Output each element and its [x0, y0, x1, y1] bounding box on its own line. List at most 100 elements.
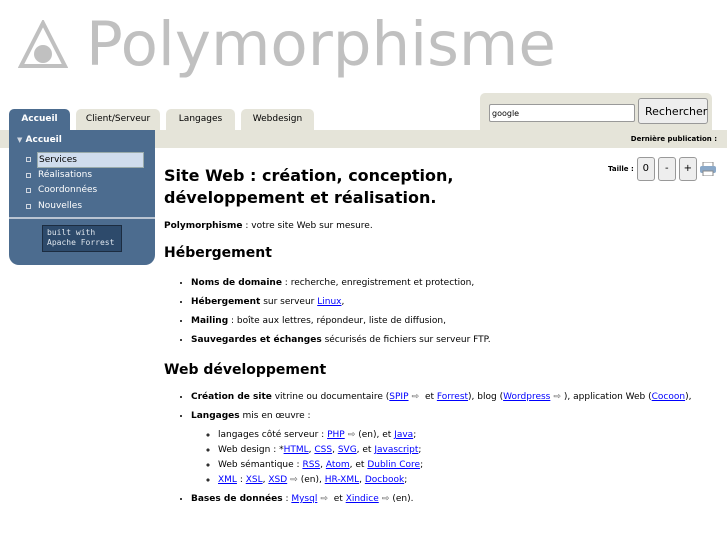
logo-triangle-icon: [18, 19, 68, 68]
link-mysql[interactable]: Mysql: [291, 494, 317, 504]
item-bold: Noms de domaine: [191, 278, 282, 288]
site-logo[interactable]: Polymorphisme: [18, 14, 556, 75]
text: ), application Web (: [563, 392, 652, 402]
text: ), blog (: [468, 392, 504, 402]
link-php[interactable]: PHP: [327, 430, 345, 440]
link-wordpress[interactable]: Wordpress: [503, 392, 550, 402]
link-dublin-core[interactable]: Dublin Core: [367, 460, 420, 470]
tab-webdesign[interactable]: Webdesign: [241, 109, 314, 130]
link-docbook[interactable]: Docbook: [365, 475, 404, 485]
external-link-icon: ⇨: [320, 494, 328, 504]
link-cocoon[interactable]: Cocoon: [652, 392, 685, 402]
external-link-icon: ⇨: [347, 430, 356, 440]
sidebar-item-realisations[interactable]: Réalisations: [37, 168, 92, 182]
sublist-item: langages côté serveur : PHP⇨(en), et Jav…: [218, 428, 709, 443]
heading-web-developpement: Web développement: [164, 362, 327, 378]
link-css[interactable]: CSS: [314, 445, 332, 455]
link-xml[interactable]: XML: [218, 475, 237, 485]
sublist-item: XML : XSL, XSD⇨(en), HR-XML, Docbook;: [218, 473, 709, 488]
apache-forrest-badge[interactable]: built with Apache Forrest: [42, 225, 122, 252]
hosting-list: Noms de domaine : recherche, enregistrem…: [164, 274, 709, 350]
link-hr-xml[interactable]: HR-XML: [325, 475, 359, 485]
dev-list: Création de site vitrine ou documentaire…: [164, 390, 709, 507]
search-button[interactable]: Rechercher: [638, 98, 708, 124]
text: (en), et: [358, 430, 395, 440]
sidebar-item-nouvelles[interactable]: Nouvelles: [37, 199, 82, 213]
sidebar-item-services[interactable]: Services: [37, 152, 144, 168]
item-bold: Création de site: [191, 392, 272, 402]
link-xindice[interactable]: Xindice: [346, 494, 379, 504]
list-item: Noms de domaine : recherche, enregistrem…: [191, 274, 709, 293]
sublist-item: Web sémantique : RSS, Atom, et Dublin Co…: [218, 458, 709, 473]
intro: Polymorphisme : votre site Web sur mesur…: [164, 221, 709, 231]
text: Web sémantique :: [218, 460, 303, 470]
text: vitrine ou documentaire (: [271, 392, 390, 402]
text: , et: [356, 445, 375, 455]
intro-bold: Polymorphisme: [164, 221, 243, 231]
text: mis en œuvre :: [239, 411, 311, 421]
link-html[interactable]: HTML: [284, 445, 309, 455]
list-item: Création de site vitrine ou documentaire…: [191, 390, 709, 405]
external-link-icon: ⇨: [411, 392, 420, 402]
languages-sublist: langages côté serveur : PHP⇨(en), et Jav…: [191, 428, 709, 488]
search-panel: Rechercher: [480, 93, 712, 130]
triangle-down-icon: ▼: [17, 136, 23, 144]
text: langages côté serveur :: [218, 430, 328, 440]
link-xsl[interactable]: XSL: [246, 475, 263, 485]
text: ;: [413, 430, 417, 440]
tab-accueil[interactable]: Accueil: [9, 109, 70, 130]
logo-text: Polymorphisme: [86, 9, 556, 80]
link-rss[interactable]: RSS: [302, 460, 320, 470]
text: et: [422, 392, 437, 402]
link-forrest[interactable]: Forrest: [437, 392, 468, 402]
sidebar: ▼ Accueil Services Réalisations Coordonn…: [9, 130, 155, 265]
link-svg[interactable]: SVG: [338, 445, 357, 455]
text: Web design : *: [218, 445, 284, 455]
text: et: [330, 494, 346, 504]
sidebar-heading-label: Accueil: [25, 135, 62, 145]
text: (en),: [300, 475, 325, 485]
bullet-icon: [26, 157, 31, 162]
bullet-icon: [26, 188, 31, 193]
item-text: ,: [341, 297, 345, 307]
text: , et: [349, 460, 368, 470]
last-publication: Dernière publication :: [630, 135, 717, 143]
item-bold: Mailing: [191, 316, 229, 326]
list-item: Sauvegardes et échanges sécurisés de fic…: [191, 331, 709, 350]
item-text: sécurisés de fichiers sur serveur FTP.: [321, 335, 491, 345]
tab-client-serveur[interactable]: Client/Serveur: [76, 109, 160, 130]
item-text: sur serveur: [260, 297, 318, 307]
heading-hebergement: Hébergement: [164, 245, 272, 261]
item-text: : recherche, enregistrement et protectio…: [281, 278, 475, 288]
external-link-icon: ⇨: [381, 494, 390, 504]
link-spip[interactable]: SPIP: [389, 392, 408, 402]
item-bold: Bases de données: [191, 494, 283, 504]
item-bold: Langages: [191, 411, 240, 421]
list-item: Langages mis en œuvre : langages côté se…: [191, 409, 709, 488]
sidebar-item-coordonnees[interactable]: Coordonnées: [37, 183, 97, 197]
external-link-icon: ⇨: [553, 392, 561, 402]
item-bold: Hébergement: [191, 297, 261, 307]
text: :: [236, 475, 246, 485]
list-item: Bases de données : Mysql⇨ et Xindice⇨(en…: [191, 492, 709, 507]
link-java[interactable]: Java: [394, 430, 413, 440]
link-linux[interactable]: Linux: [317, 297, 341, 307]
search-input[interactable]: [489, 104, 635, 122]
text: ;: [420, 460, 424, 470]
page-title: Site Web : création, conception, dévelop…: [164, 166, 454, 207]
external-link-icon: ⇨: [290, 475, 298, 485]
sidebar-divider: [9, 217, 155, 219]
bullet-icon: [26, 173, 31, 178]
list-item: Mailing : boîte aux lettres, répondeur, …: [191, 312, 709, 331]
link-atom[interactable]: Atom: [326, 460, 350, 470]
bullet-icon: [26, 204, 31, 209]
link-xsd[interactable]: XSD: [268, 475, 287, 485]
text: ;: [404, 475, 408, 485]
list-item: Hébergement sur serveur Linux,: [191, 293, 709, 312]
tab-langages[interactable]: Langages: [166, 109, 235, 130]
intro-text: : votre site Web sur mesure.: [242, 221, 373, 231]
text: (en).: [392, 494, 414, 504]
text: ),: [685, 392, 692, 402]
sidebar-heading[interactable]: ▼ Accueil: [9, 130, 155, 145]
link-javascript[interactable]: Javascript: [374, 445, 418, 455]
